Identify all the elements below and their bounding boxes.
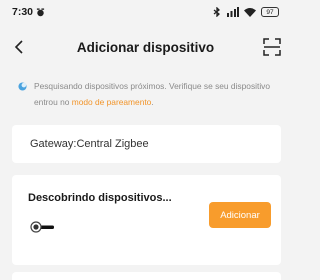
- scan-icon: [263, 38, 281, 56]
- status-time: 7:30: [12, 6, 34, 18]
- status-bar: 7:30 97: [0, 0, 291, 24]
- add-button[interactable]: Adicionar: [209, 202, 271, 228]
- gateway-label: Gateway:Central Zigbee: [30, 138, 149, 150]
- search-info-end: .: [151, 97, 154, 107]
- device-icon: [30, 221, 54, 233]
- header: Adicionar dispositivo: [0, 30, 291, 64]
- status-icons: 97: [213, 7, 279, 17]
- search-info-text: Pesquisando dispositivos próximos. Verif…: [18, 78, 280, 110]
- search-info: Pesquisando dispositivos próximos. Verif…: [18, 78, 280, 110]
- scan-button[interactable]: [263, 38, 281, 56]
- alarm-icon: [36, 7, 45, 16]
- pairing-mode-link[interactable]: modo de pareamento: [72, 97, 152, 107]
- discover-title: Descobrindo dispositivos...: [28, 192, 172, 204]
- discover-card: Descobrindo dispositivos... Adicionar: [12, 175, 281, 265]
- signal-icon: [227, 7, 239, 17]
- back-icon: [14, 40, 23, 54]
- gateway-card[interactable]: Gateway:Central Zigbee: [12, 125, 281, 163]
- battery-level: 97: [266, 8, 274, 16]
- bluetooth-icon: [213, 7, 220, 17]
- status-time-group: 7:30: [12, 6, 45, 18]
- battery-icon: 97: [261, 7, 279, 17]
- back-button[interactable]: [9, 37, 29, 57]
- wifi-icon: [244, 8, 256, 17]
- page-title: Adicionar dispositivo: [76, 39, 215, 55]
- search-info-icon: [18, 82, 27, 91]
- next-card: [12, 272, 281, 280]
